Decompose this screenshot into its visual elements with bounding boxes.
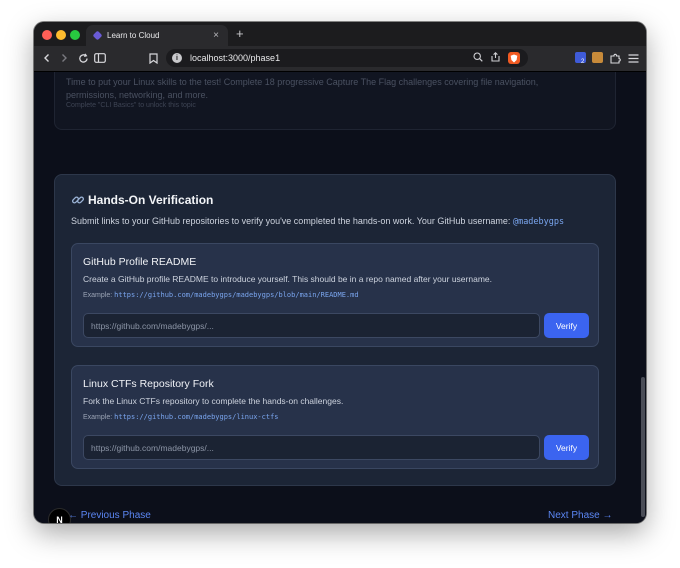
example-url: https://github.com/madebygps/madebygps/b… [114, 291, 359, 299]
example-label: Example: [83, 292, 113, 299]
locked-topic-note: Complete "CLI Basics" to unlock this top… [66, 102, 196, 109]
extension-badge: 2 [581, 59, 585, 65]
reload-icon[interactable] [75, 50, 91, 66]
profile-readme-url-input[interactable] [83, 313, 540, 338]
locked-topic-card: Time to put your Linux skills to the tes… [54, 72, 616, 130]
new-tab-button[interactable]: + [236, 26, 244, 42]
close-window-button[interactable] [42, 30, 52, 40]
maximize-window-button[interactable] [70, 30, 80, 40]
back-icon[interactable] [39, 50, 55, 66]
tab-close-icon[interactable]: × [210, 30, 222, 41]
sidebar-icon[interactable] [92, 50, 108, 66]
menu-icon[interactable] [625, 50, 641, 66]
share-icon[interactable] [491, 51, 500, 65]
url-text[interactable]: localhost:3000/phase1 [190, 53, 473, 63]
tab-strip: Learn to Cloud × + [34, 22, 646, 46]
task-example: Example: https://github.com/madebygps/li… [83, 413, 279, 421]
verify-profile-readme-button[interactable]: Verify [544, 313, 589, 338]
linux-ctfs-url-input[interactable] [83, 435, 540, 460]
section-title-text: Hands-On Verification [88, 193, 214, 207]
locked-topic-description: Time to put your Linux skills to the tes… [66, 77, 539, 100]
zoom-icon[interactable] [473, 51, 483, 65]
minimize-window-button[interactable] [56, 30, 66, 40]
task-card-linux-ctfs-fork: Linux CTFs Repository Fork Fork the Linu… [71, 365, 599, 469]
github-username: @madebygps [512, 217, 565, 227]
verify-linux-ctfs-button[interactable]: Verify [544, 435, 589, 460]
task-card-profile-readme: GitHub Profile README Create a GitHub pr… [71, 243, 599, 347]
scrollbar-track[interactable] [640, 72, 646, 523]
intro-text: Submit links to your GitHub repositories… [71, 216, 511, 226]
extension-icon-2[interactable] [592, 52, 603, 63]
brave-shield-icon[interactable] [508, 52, 520, 64]
browser-toolbar: i localhost:3000/phase1 2 [34, 46, 646, 72]
example-label: Example: [83, 414, 113, 421]
hands-on-verification-section: Hands-On Verification Submit links to yo… [54, 174, 616, 486]
task-title: GitHub Profile README [83, 256, 197, 268]
bookmark-icon[interactable] [145, 50, 161, 66]
tab-learn-to-cloud[interactable]: Learn to Cloud × [86, 25, 228, 46]
task-description: Create a GitHub profile README to introd… [83, 274, 492, 284]
browser-window: Learn to Cloud × + i localhost:3000/phas… [34, 22, 646, 523]
link-icon [71, 196, 85, 204]
section-title: Hands-On Verification [71, 193, 213, 207]
favicon-icon [92, 30, 103, 41]
section-intro: Submit links to your GitHub repositories… [71, 216, 564, 227]
previous-phase-link[interactable]: ← Previous Phase [68, 510, 151, 521]
forward-icon[interactable] [56, 50, 72, 66]
tab-title: Learn to Cloud [107, 31, 160, 40]
task-title: Linux CTFs Repository Fork [83, 378, 214, 390]
task-example: Example: https://github.com/madebygps/ma… [83, 291, 359, 299]
address-bar[interactable]: i localhost:3000/phase1 [166, 49, 528, 67]
task-description: Fork the Linux CTFs repository to comple… [83, 396, 344, 406]
next-phase-link[interactable]: Next Phase → [548, 510, 612, 521]
scrollbar-thumb[interactable] [641, 377, 645, 517]
site-info-icon[interactable]: i [172, 53, 182, 63]
example-url: https://github.com/madebygps/linux-ctfs [114, 413, 279, 421]
puzzle-extensions-icon[interactable] [607, 50, 623, 66]
page-content: Time to put your Linux skills to the tes… [34, 72, 646, 523]
